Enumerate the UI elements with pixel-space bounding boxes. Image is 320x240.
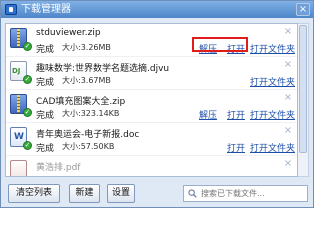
file-name: 趣味数学:世界数学名题选摘.djvu [36, 64, 170, 74]
settings-button[interactable]: 设置 [107, 184, 135, 203]
download-manager-window: 下载管理器 × ✓ stduviewer.zip 完成 大小:3.26MB 解压… [0, 0, 314, 208]
search-box [183, 185, 308, 202]
window-title: 下载管理器 [21, 4, 71, 15]
pdf-file-icon [10, 160, 27, 176]
file-size: 大小:57.50KB [62, 142, 115, 151]
clear-list-button[interactable]: 清空列表 [8, 184, 60, 203]
open-link[interactable]: 打开 [227, 108, 245, 121]
download-list: ✓ stduviewer.zip 完成 大小:3.26MB 解压 打开 打开文件… [5, 23, 298, 177]
close-button[interactable]: × [296, 3, 310, 16]
scrollbar-thumb[interactable] [299, 25, 307, 153]
check-icon: ✓ [23, 42, 32, 51]
remove-icon[interactable]: × [283, 93, 293, 103]
list-item: ✓ CAD填充图案大全.zip 完成 大小:323.14KB 解压 打开 打开文… [6, 90, 297, 123]
list-item: 黄浩排.pdf × [6, 156, 297, 176]
list-item: ✓ 趣味数学:世界数学名题选摘.djvu 完成 大小:3.67MB 打开文件夹 … [6, 57, 297, 90]
remove-icon[interactable]: × [283, 126, 293, 136]
open-folder-link[interactable]: 打开文件夹 [250, 42, 295, 55]
file-name: 黄浩排.pdf [36, 163, 81, 173]
open-folder-link[interactable]: 打开文件夹 [250, 108, 295, 121]
check-icon: ✓ [23, 108, 32, 117]
check-icon: ✓ [23, 141, 32, 150]
title-bar: 下载管理器 × [1, 1, 313, 18]
list-item: ✓ stduviewer.zip 完成 大小:3.26MB 解压 打开 打开文件… [6, 24, 297, 57]
new-button[interactable]: 新建 [69, 184, 100, 203]
file-name: 青年奥运会-电子新报.doc [36, 130, 140, 140]
status-text: 完成 [36, 45, 55, 55]
status-text: 完成 [36, 144, 55, 154]
download-manager-icon [5, 4, 17, 15]
search-input[interactable] [201, 187, 305, 200]
footer-bar: 清空列表 新建 设置 [1, 179, 313, 207]
remove-icon[interactable]: × [283, 159, 293, 169]
remove-icon[interactable]: × [283, 60, 293, 70]
check-icon: ✓ [23, 75, 32, 84]
status-text: 完成 [36, 111, 55, 121]
remove-icon[interactable]: × [283, 27, 293, 37]
list-item: ✓ 青年奥运会-电子新报.doc 完成 大小:57.50KB 打开 打开文件夹 … [6, 123, 297, 156]
file-size: 大小:323.14KB [62, 109, 120, 118]
file-name: stduviewer.zip [36, 28, 101, 38]
scrollbar[interactable] [298, 23, 309, 177]
search-icon [188, 189, 197, 198]
extract-link[interactable]: 解压 [199, 108, 217, 121]
file-name: CAD填充图案大全.zip [36, 97, 126, 107]
file-size: 大小:3.26MB [62, 43, 111, 52]
file-size: 大小:3.67MB [62, 76, 111, 85]
open-folder-link[interactable]: 打开文件夹 [250, 75, 295, 88]
status-text: 完成 [36, 78, 55, 88]
open-link[interactable]: 打开 [227, 141, 245, 154]
highlight-box [192, 37, 248, 52]
open-folder-link[interactable]: 打开文件夹 [250, 141, 295, 154]
